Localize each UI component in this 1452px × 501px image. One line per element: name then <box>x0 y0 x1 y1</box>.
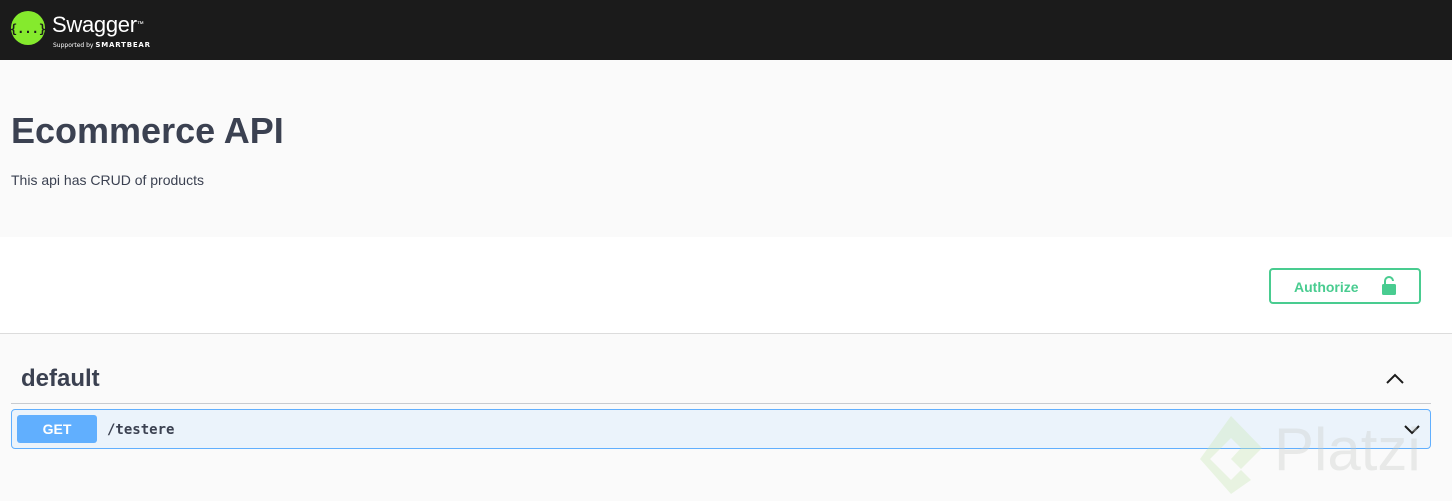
api-description: This api has CRUD of products <box>11 172 204 188</box>
method-badge: GET <box>17 415 97 443</box>
company-name: SMARTBEAR <box>95 41 151 49</box>
brand-subtitle: Supported by SMARTBEAR <box>53 41 151 50</box>
authorize-label: Authorize <box>1294 279 1359 295</box>
brand-name[interactable]: Swagger™ <box>52 12 144 37</box>
topbar: {...} Swagger™ Supported by SMARTBEAR <box>0 0 1452 60</box>
tag-section-header[interactable]: default <box>11 355 1431 404</box>
lock-icon <box>1382 276 1396 295</box>
swagger-logo-icon[interactable]: {...} <box>11 11 45 45</box>
tag-name: default <box>21 365 100 392</box>
supported-by-text: Supported by <box>53 42 94 49</box>
trademark: ™ <box>136 21 144 28</box>
page-title: Ecommerce API <box>11 110 284 151</box>
operation-get-testere[interactable]: GET /testere <box>11 409 1431 449</box>
brand-text: Swagger <box>52 12 137 37</box>
authorize-button[interactable]: Authorize <box>1269 268 1421 304</box>
logo-glyph: {...} <box>11 22 45 36</box>
scheme-container <box>0 237 1452 334</box>
operation-path: /testere <box>107 422 175 438</box>
chevron-down-icon[interactable] <box>1402 419 1422 439</box>
chevron-up-icon[interactable] <box>1384 369 1406 389</box>
